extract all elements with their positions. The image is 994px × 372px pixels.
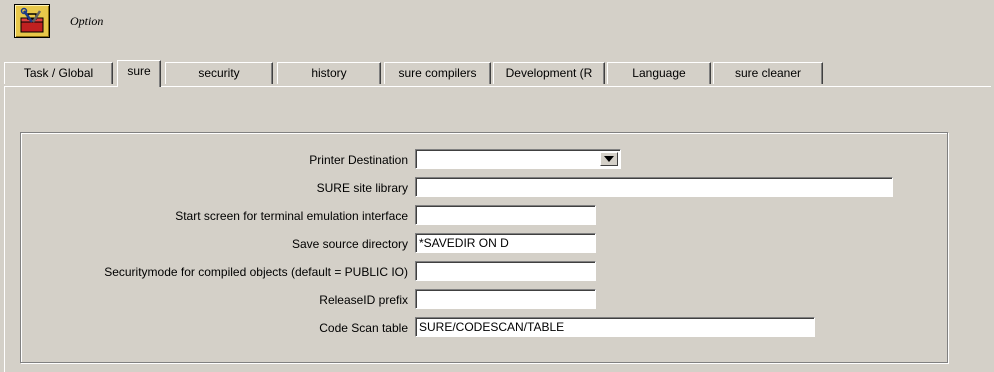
- printer-destination-select[interactable]: [415, 149, 621, 169]
- save-source-directory-label: Save source directory: [291, 237, 408, 251]
- tab-task-global[interactable]: Task / Global: [4, 62, 113, 84]
- tab-sure[interactable]: sure: [117, 60, 161, 87]
- save-source-directory-input[interactable]: *SAVEDIR ON D: [415, 233, 596, 253]
- printer-destination-label: Printer Destination: [309, 153, 408, 167]
- dropdown-button[interactable]: [600, 152, 618, 166]
- code-scan-table-input[interactable]: SURE/CODESCAN/TABLE: [415, 317, 815, 337]
- tab-sure-cleaner[interactable]: sure cleaner: [713, 62, 823, 84]
- tab-history[interactable]: history: [277, 62, 381, 84]
- tab-language[interactable]: Language: [607, 62, 711, 84]
- tab-development[interactable]: Development (R: [493, 62, 605, 84]
- releaseid-prefix-label: ReleaseID prefix: [319, 293, 408, 307]
- securitymode-input[interactable]: [415, 261, 596, 281]
- chevron-down-icon: [604, 156, 614, 162]
- toolbox-icon[interactable]: [14, 4, 50, 38]
- tab-sure-compilers[interactable]: sure compilers: [384, 62, 491, 84]
- start-screen-label: Start screen for terminal emulation inte…: [175, 209, 408, 223]
- tab-bar: Task / Global sure security history sure…: [4, 60, 994, 87]
- tab-security[interactable]: security: [165, 62, 273, 84]
- start-screen-input[interactable]: [415, 205, 596, 225]
- releaseid-prefix-input[interactable]: [415, 289, 596, 309]
- sure-site-library-input[interactable]: [415, 177, 893, 197]
- code-scan-table-label: Code Scan table: [319, 321, 408, 335]
- window-title: Option: [70, 14, 104, 28]
- sure-site-library-label: SURE site library: [316, 181, 408, 195]
- option-window: Option Task / Global sure security histo…: [0, 0, 994, 372]
- securitymode-label: Securitymode for compiled objects (defau…: [104, 265, 408, 279]
